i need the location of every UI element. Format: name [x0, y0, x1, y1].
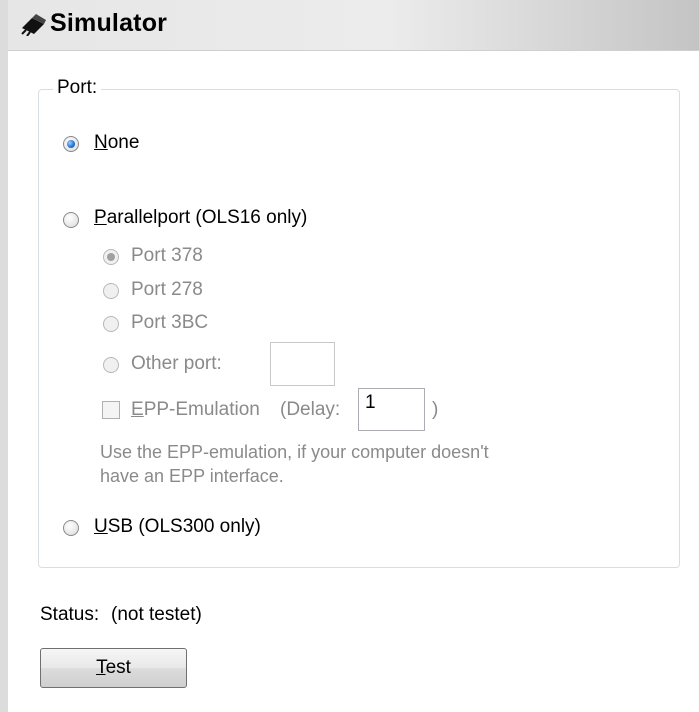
- epp-hint-text: Use the EPP-emulation, if your computer …: [100, 440, 580, 488]
- radio-port-378[interactable]: [103, 249, 119, 265]
- label-text: arallelport (OLS16 only): [106, 207, 308, 228]
- delay-label: (Delay:: [280, 399, 341, 420]
- test-button[interactable]: Test: [40, 648, 187, 688]
- radio-port-3bc-label[interactable]: Port 3BC: [131, 312, 208, 334]
- radio-port-278[interactable]: [103, 283, 119, 299]
- port-group-legend: Port:: [53, 77, 102, 99]
- radio-other-port[interactable]: [103, 357, 119, 373]
- button-label: est: [105, 657, 131, 678]
- hint-line-1: Use the EPP-emulation, if your computer …: [100, 442, 489, 462]
- mnemonic: T: [96, 657, 106, 678]
- radio-none[interactable]: [63, 136, 79, 152]
- window-left-border: [0, 0, 8, 712]
- radio-other-port-label[interactable]: Other port:: [131, 353, 222, 375]
- other-port-input[interactable]: [270, 342, 335, 386]
- radio-parallelport[interactable]: [63, 212, 79, 228]
- epp-emulation-checkbox[interactable]: [102, 401, 120, 419]
- radio-none-label[interactable]: None: [94, 132, 139, 154]
- radio-port-278-label[interactable]: Port 278: [131, 279, 203, 301]
- label-text: one: [107, 132, 140, 153]
- hint-line-2: have an EPP interface.: [100, 466, 284, 486]
- delay-input[interactable]: 1: [358, 388, 425, 431]
- plug-icon: [21, 14, 46, 36]
- status-value: (not testet): [111, 604, 202, 625]
- mnemonic: E: [131, 399, 144, 420]
- mnemonic: P: [94, 207, 107, 228]
- delay-close-paren: ): [432, 399, 439, 420]
- radio-usb-label[interactable]: USB (OLS300 only): [94, 516, 261, 538]
- epp-emulation-label[interactable]: EPP-Emulation: [131, 399, 260, 421]
- radio-port-3bc[interactable]: [103, 316, 119, 332]
- radio-usb[interactable]: [63, 520, 79, 536]
- radio-port-378-label[interactable]: Port 378: [131, 245, 203, 267]
- mnemonic: U: [94, 516, 108, 537]
- page-title: Simulator: [50, 9, 168, 37]
- label-text: SB (OLS300 only): [107, 516, 261, 537]
- section-header: Simulator: [8, 0, 699, 51]
- label-text: PP-Emulation: [143, 399, 260, 420]
- mnemonic: N: [94, 132, 108, 153]
- radio-parallelport-label[interactable]: Parallelport (OLS16 only): [94, 207, 307, 229]
- status-label: Status:: [40, 604, 100, 625]
